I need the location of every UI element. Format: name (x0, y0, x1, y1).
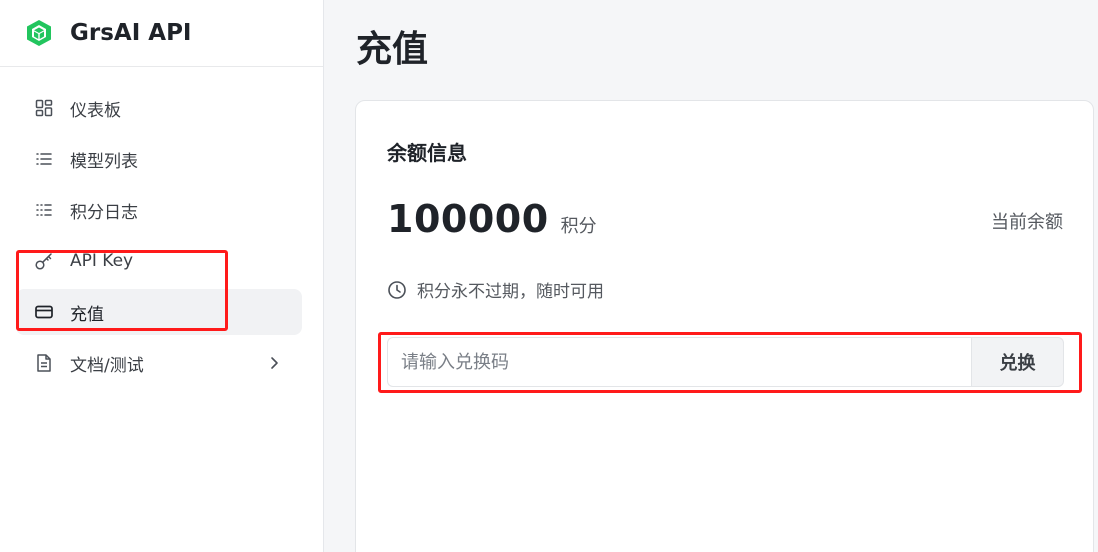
sidebar-item-label: 仪表板 (70, 100, 121, 121)
list-icon (34, 149, 54, 169)
credit-note-text: 积分永不过期，随时可用 (417, 282, 604, 302)
document-icon (34, 353, 54, 373)
cube-logo-icon (24, 18, 54, 48)
redeem-form: 兑换 (387, 337, 1064, 387)
page-title: 充值 (356, 29, 429, 70)
card-title: 余额信息 (387, 141, 467, 165)
sidebar-item-recharge[interactable]: 充值 (16, 289, 302, 335)
sidebar: GrsAI API 仪表板 模型列表 积分日志 API Key 充值 文档/测试 (0, 0, 324, 552)
balance-value: 100000 (387, 197, 549, 241)
sidebar-item-label: 模型列表 (70, 151, 138, 172)
redeem-button[interactable]: 兑换 (971, 337, 1064, 387)
sidebar-item-dashboard[interactable]: 仪表板 (16, 85, 302, 131)
redeem-code-input[interactable] (387, 337, 971, 387)
list-detail-icon (34, 200, 54, 220)
balance-row: 100000 积分 (387, 197, 597, 241)
sidebar-nav: 仪表板 模型列表 积分日志 API Key 充值 文档/测试 (0, 67, 323, 386)
sidebar-item-label: 充值 (70, 304, 104, 325)
chevron-right-icon[interactable] (264, 353, 284, 373)
brand-name: GrsAI API (70, 20, 192, 46)
grid-icon (34, 98, 54, 118)
credit-note: 积分永不过期，随时可用 (387, 277, 604, 302)
sidebar-item-credit-log[interactable]: 积分日志 (16, 187, 302, 233)
sidebar-item-label: 积分日志 (70, 202, 138, 223)
brand-header[interactable]: GrsAI API (0, 0, 323, 67)
current-balance-label: 当前余额 (991, 212, 1063, 233)
balance-card: 余额信息 100000 积分 当前余额 积分永不过期，随时可用 兑换 (355, 100, 1094, 552)
sidebar-item-models[interactable]: 模型列表 (16, 136, 302, 182)
sidebar-item-label: API Key (70, 251, 134, 271)
credit-card-icon (34, 302, 54, 322)
balance-unit: 积分 (560, 216, 597, 237)
sidebar-item-label: 文档/测试 (70, 355, 144, 376)
key-icon (34, 251, 54, 271)
sidebar-item-docs[interactable]: 文档/测试 (16, 340, 302, 386)
sidebar-item-api-key[interactable]: API Key (16, 238, 302, 284)
clock-icon (387, 280, 407, 300)
main-content: 充值 余额信息 100000 积分 当前余额 积分永不过期，随时可用 兑换 (324, 0, 1098, 552)
